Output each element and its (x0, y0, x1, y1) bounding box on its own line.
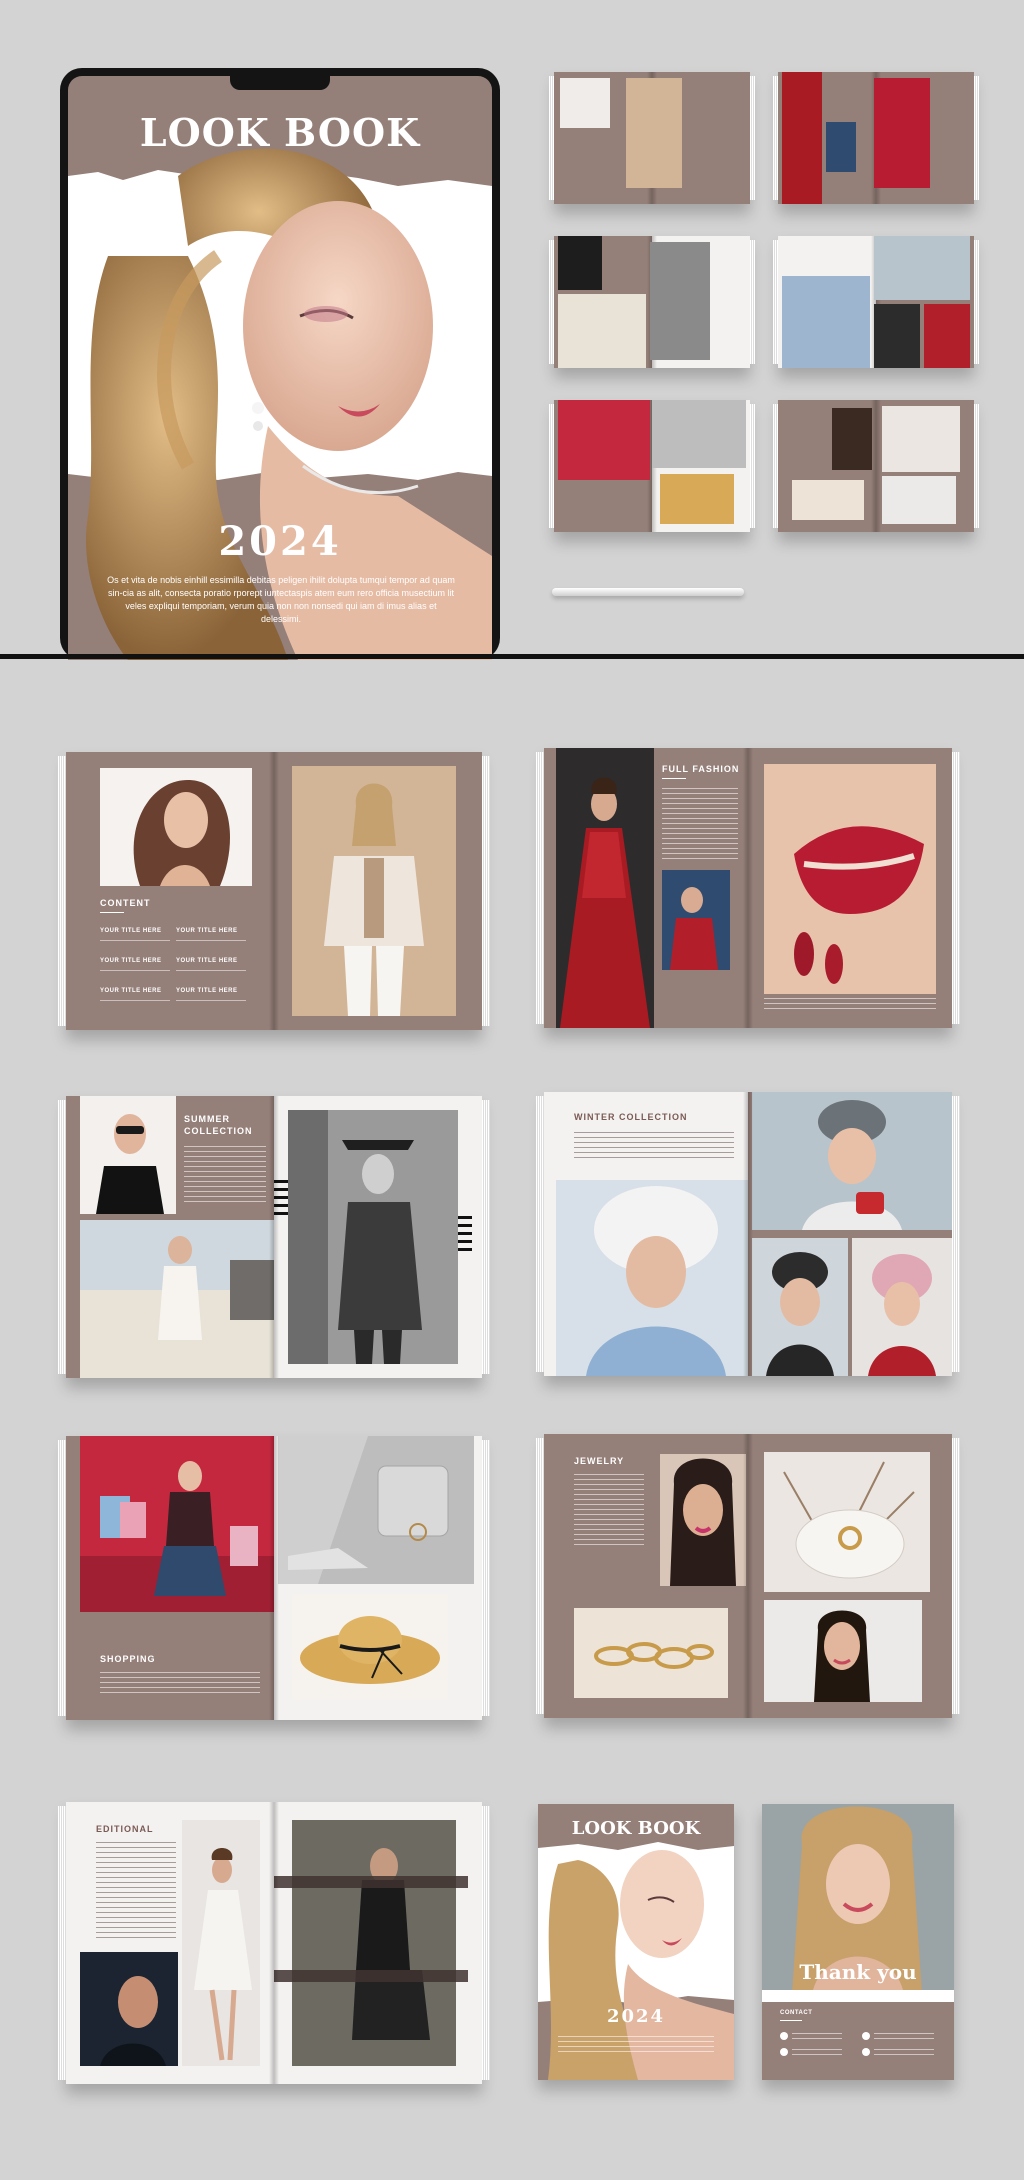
thumb-photo (626, 78, 682, 188)
thumb-photo (652, 400, 746, 468)
contact-heading: CONTACT (780, 2010, 813, 2016)
front-cover-year: 2024 (606, 2006, 666, 2027)
tablet-screen: LOOK BOOK 2024 Os et vita de nobis einhi… (68, 76, 492, 660)
stylus-pen (552, 588, 744, 596)
spread-winter-collection: WINTER COLLECTION (536, 1092, 960, 1376)
spread-jewelry: JEWELRY (536, 1434, 960, 1718)
summer-heading-line1: SUMMER (184, 1114, 230, 1124)
shopping-heading: SHOPPING (100, 1654, 156, 1664)
cover-year: 2024 (218, 518, 342, 565)
content-heading: CONTENT (100, 898, 151, 908)
thumb-shopping (549, 400, 755, 532)
thumb-photo (558, 236, 602, 290)
shoes-and-bag-photo (278, 1436, 474, 1584)
spread-full-fashion: FULL FASHION (536, 748, 960, 1028)
red-mug-winter-photo (752, 1092, 952, 1230)
thumb-winter (773, 236, 979, 368)
seated-dark-model-photo (292, 1820, 456, 2066)
cover-title: LOOK BOOK (139, 110, 421, 155)
shopping-bags-photo (80, 1436, 274, 1612)
spread-shopping: SHOPPING (58, 1436, 490, 1720)
back-cover-print: Thank you CONTACT (762, 1804, 954, 2080)
full-fashion-heading: FULL FASHION (662, 764, 740, 774)
thumb-photo (650, 242, 710, 360)
front-cover-print: LOOK BOOK 2024 (538, 1804, 734, 2080)
earrings-model-photo (764, 1600, 922, 1702)
thumb-photo (558, 294, 646, 368)
white-dress-model-photo (182, 1820, 260, 2066)
thumb-photo (782, 72, 822, 204)
tablet-camera-notch (230, 74, 330, 90)
email-icon (780, 2048, 788, 2056)
jacket-model-photo (292, 766, 456, 1016)
white-fur-hat-photo (556, 1180, 748, 1376)
phone-icon (780, 2032, 788, 2040)
section-divider (0, 654, 1024, 659)
content-item-title: YOUR TITLE HERE (100, 928, 162, 934)
thumb-photo (874, 304, 920, 368)
straw-hat-photo (292, 1594, 448, 1700)
thumb-jewelry (773, 400, 979, 532)
knit-hat-photo (752, 1238, 848, 1376)
gold-rings-photo (574, 1608, 728, 1698)
thumb-photo (874, 78, 930, 188)
thumb-summer (549, 236, 755, 368)
thumb-photo (924, 304, 970, 368)
red-blazer-model-photo (662, 870, 730, 970)
spread-editional: EDITIONAL (58, 1802, 490, 2084)
spread-summer-collection: SUMMER COLLECTION (58, 1096, 490, 1378)
bw-leather-jacket-photo (288, 1110, 458, 1364)
cover-body-text: Os et vita de nobis einhill essimilla de… (107, 575, 455, 624)
makeup-model-photo (660, 1454, 746, 1586)
sunglasses-model-photo (80, 1096, 176, 1214)
dark-portrait-photo (80, 1952, 178, 2066)
content-item-title: YOUR TITLE HERE (100, 958, 162, 964)
content-item-title: YOUR TITLE HERE (176, 988, 238, 994)
thumb-photo (882, 406, 960, 472)
red-winter-outfit-photo (852, 1238, 952, 1376)
editional-heading: EDITIONAL (96, 1824, 154, 1834)
thumb-content (549, 72, 755, 204)
content-item-title: YOUR TITLE HERE (176, 928, 238, 934)
content-item-title: YOUR TITLE HERE (176, 958, 238, 964)
beach-model-photo (80, 1220, 274, 1378)
spread-content: CONTENT YOUR TITLE HERE YOUR TITLE HERE YO… (58, 752, 490, 1030)
thumb-full-fashion (773, 72, 979, 204)
summer-heading-line2: COLLECTION (184, 1126, 253, 1136)
front-cover-title: LOOK BOOK (571, 1818, 701, 1839)
thumb-photo (882, 476, 956, 524)
red-dress-model-photo (556, 748, 654, 1028)
thumb-photo (558, 400, 650, 480)
long-hair-model-photo (100, 768, 252, 886)
thumb-photo (660, 474, 734, 524)
winter-heading: WINTER COLLECTION (574, 1112, 688, 1122)
thumb-photo (560, 78, 610, 128)
thumb-photo (826, 122, 856, 172)
thumb-photo (874, 236, 970, 300)
content-item-title: YOUR TITLE HERE (100, 988, 162, 994)
thumb-photo (832, 408, 872, 470)
thumb-photo (782, 276, 870, 368)
web-icon (862, 2032, 870, 2040)
ring-on-shell-photo (764, 1452, 930, 1592)
red-lips-closeup-photo (764, 764, 936, 994)
thank-you-text: Thank you (799, 1960, 917, 1984)
jewelry-heading: JEWELRY (574, 1456, 625, 1466)
thumb-photo (792, 480, 864, 520)
location-icon (862, 2048, 870, 2056)
